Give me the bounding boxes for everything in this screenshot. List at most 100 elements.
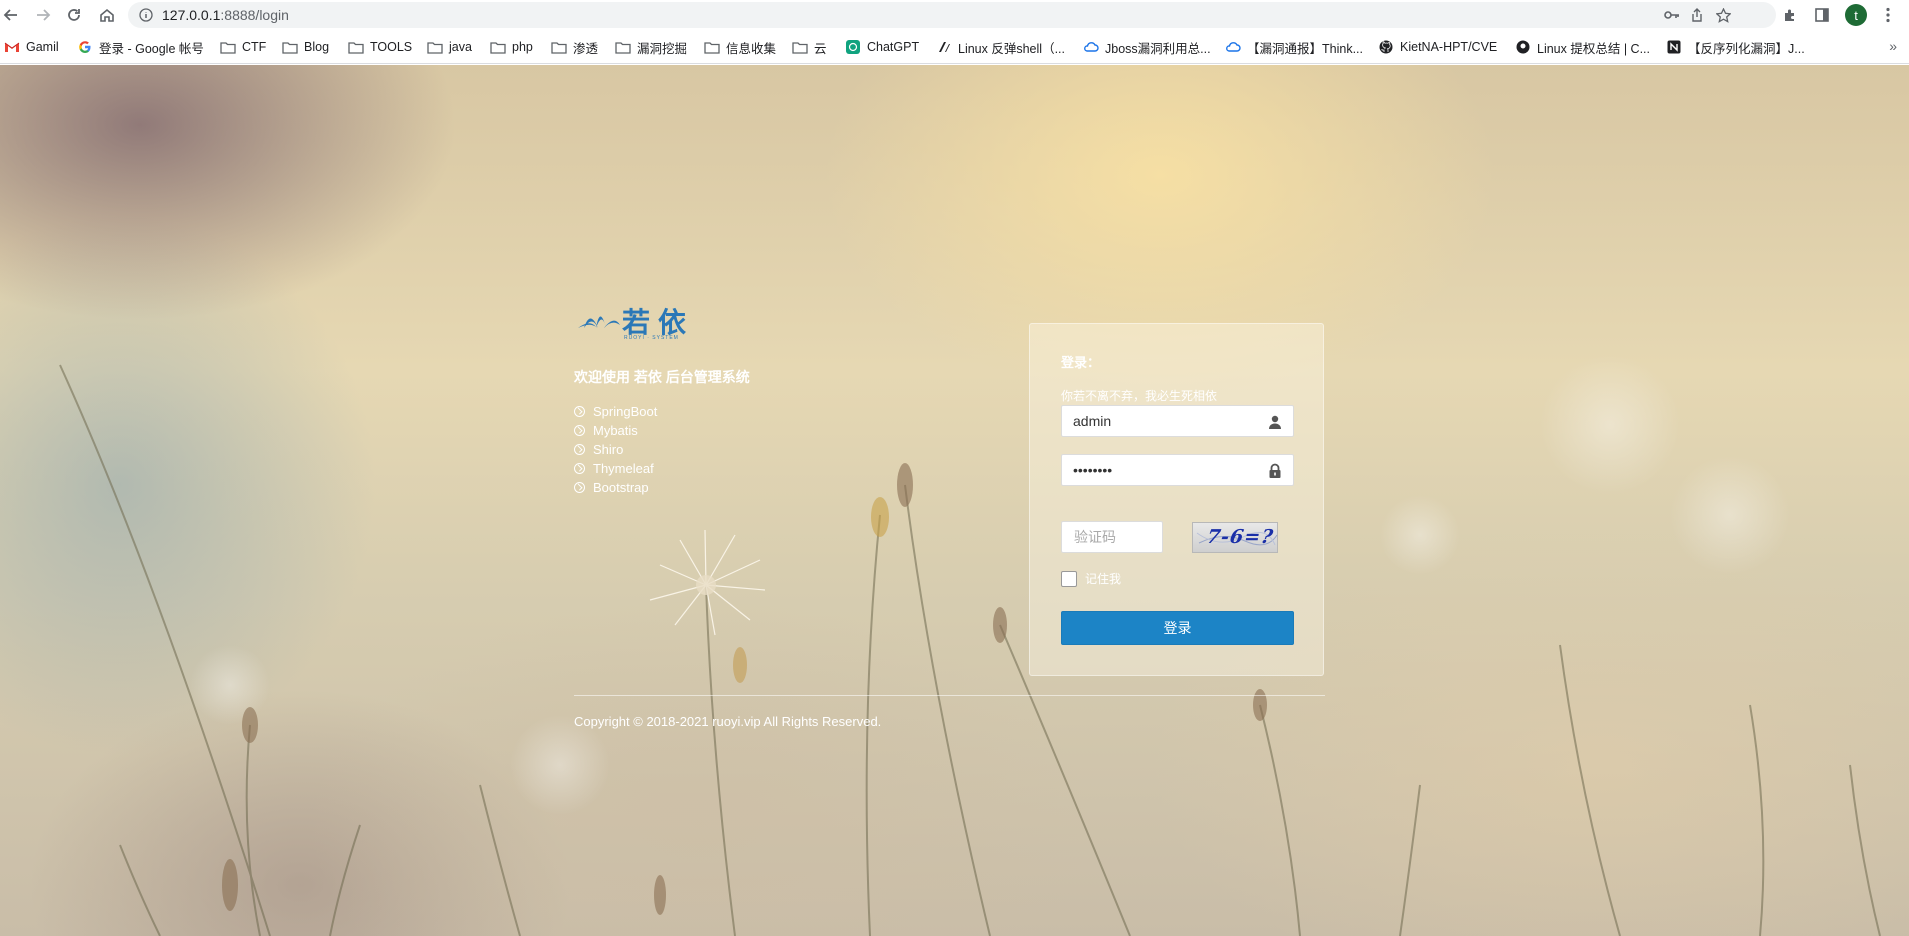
captcha-text: 7-6=?: [1205, 526, 1276, 548]
share-icon[interactable]: [1690, 8, 1704, 27]
bookmark-label: Linux 提权总结 | C...: [1537, 41, 1650, 56]
login-form-title: 登录：: [1061, 355, 1101, 370]
bookmark-label: TOOLS: [370, 40, 413, 54]
url-text: 127.0.0.1:8888/login: [162, 7, 289, 23]
copyright-text: Copyright © 2018-2021 ruoyi.vip All Righ…: [574, 714, 882, 729]
bookmark-jboss[interactable]: Jboss漏洞利用总...: [1083, 38, 1211, 56]
login-button[interactable]: 登录: [1061, 611, 1294, 645]
bookmark-folder-info-gathering[interactable]: 信息收集: [704, 38, 776, 56]
login-form: 登录： 你若不离不弃，我必生死相依 7-6=? 记住我: [1029, 323, 1324, 676]
feature-list: SpringBoot Mybatis Shiro Thymeleaf Boots…: [574, 402, 657, 497]
feature-item: Bootstrap: [574, 478, 657, 497]
site-icon: [1515, 40, 1531, 54]
folder-icon: [792, 40, 808, 54]
cloud-icon: [1083, 40, 1099, 54]
bookmark-label: 【反序列化漏洞】J...: [1688, 41, 1805, 56]
logo-brand-subtext: RUOYI · SYSTEM: [624, 335, 679, 341]
key-icon[interactable]: [1664, 8, 1680, 27]
folder-icon: [615, 40, 631, 54]
bookmark-chatgpt[interactable]: ChatGPT: [845, 38, 919, 56]
remember-me[interactable]: 记住我: [1061, 570, 1121, 587]
welcome-heading: 欢迎使用 若依 后台管理系统: [574, 369, 750, 385]
notion-icon: [1666, 40, 1682, 54]
check-circle-icon: [574, 444, 585, 455]
bookmark-thinkphp[interactable]: 【漏洞通报】Think...: [1225, 38, 1363, 56]
bookmark-folder-blog[interactable]: Blog: [282, 38, 329, 56]
menu-kebab-icon[interactable]: [1877, 4, 1899, 26]
bookmark-label: java: [449, 40, 472, 54]
bookmark-folder-tools[interactable]: TOOLS: [348, 38, 412, 56]
bookmark-label: Linux 反弹shell（...: [958, 41, 1065, 56]
profile-avatar[interactable]: t: [1845, 4, 1867, 26]
captcha-field-wrapper: [1061, 521, 1163, 553]
bookmark-folder-ctf[interactable]: CTF: [220, 38, 266, 56]
bookmark-deserialization[interactable]: 【反序列化漏洞】J...: [1666, 38, 1805, 56]
folder-icon: [704, 40, 720, 54]
bookmark-label: Jboss漏洞利用总...: [1105, 41, 1211, 56]
url-path: :8888/login: [220, 7, 289, 23]
back-icon[interactable]: [0, 4, 22, 26]
bookmark-label: 云: [814, 41, 827, 56]
folder-icon: [282, 40, 298, 54]
bookmark-folder-vuln-mining[interactable]: 漏洞挖掘: [615, 38, 687, 56]
username-field-wrapper: [1061, 405, 1294, 437]
url-host: 127.0.0.1: [162, 7, 221, 23]
captcha-input[interactable]: [1062, 522, 1162, 552]
password-field-wrapper: [1061, 454, 1294, 486]
github-icon: [1378, 40, 1394, 54]
bookmark-folder-cloud[interactable]: 云: [792, 38, 827, 56]
password-input[interactable]: [1062, 455, 1293, 485]
reload-icon[interactable]: [63, 4, 85, 26]
bookmark-label: ChatGPT: [867, 40, 920, 54]
login-form-subtitle: 你若不离不弃，我必生死相依: [1061, 389, 1218, 403]
forward-icon[interactable]: [32, 4, 54, 26]
bookmark-label: 【漏洞通报】Think...: [1247, 41, 1363, 56]
folder-icon: [348, 40, 364, 54]
feature-label: Mybatis: [593, 423, 638, 438]
bookmark-github-cve[interactable]: KietNA-HPT/CVE: [1378, 38, 1497, 56]
bookmarks-bar: Gamil 登录 - Google 帐号 CTF Blog TOOLS java…: [0, 30, 1909, 64]
address-bar[interactable]: 127.0.0.1:8888/login: [128, 2, 1776, 28]
site-info-icon[interactable]: [139, 8, 153, 27]
side-panel-icon[interactable]: [1811, 4, 1833, 26]
remember-me-checkbox[interactable]: [1061, 570, 1077, 587]
bookmark-folder-java[interactable]: java: [427, 38, 472, 56]
browser-toolbar: 127.0.0.1:8888/login t: [0, 0, 1909, 30]
bookmark-google-login[interactable]: 登录 - Google 帐号: [77, 38, 204, 56]
footer-divider: [574, 695, 1325, 696]
bookmark-folder-php[interactable]: php: [490, 38, 533, 56]
check-circle-icon: [574, 463, 585, 474]
feature-label: Bootstrap: [593, 480, 649, 495]
username-input[interactable]: [1062, 406, 1293, 436]
bookmarks-overflow-button[interactable]: »: [1889, 38, 1897, 54]
bookmark-linux-privesc[interactable]: Linux 提权总结 | C...: [1515, 38, 1650, 56]
login-page: 若依 RUOYI · SYSTEM 欢迎使用 若依 后台管理系统 SpringB…: [0, 65, 1909, 936]
feature-label: SpringBoot: [593, 404, 658, 419]
check-circle-icon: [574, 425, 585, 436]
captcha-image[interactable]: 7-6=?: [1192, 522, 1278, 553]
google-icon: [77, 40, 93, 54]
extensions-icon[interactable]: [1779, 4, 1801, 26]
bookmark-label: CTF: [242, 40, 267, 54]
feature-item: Shiro: [574, 440, 657, 459]
folder-icon: [427, 40, 443, 54]
feature-item: Thymeleaf: [574, 459, 657, 478]
bookmark-label: Gamil: [26, 40, 59, 54]
folder-icon: [490, 40, 506, 54]
bookmark-label: 登录 - Google 帐号: [99, 41, 204, 56]
bookmark-linux-reverse-shell[interactable]: Linux 反弹shell（...: [936, 38, 1065, 56]
bookmark-gmail[interactable]: Gamil: [4, 38, 59, 56]
home-icon[interactable]: [96, 4, 118, 26]
ruoyi-logo: 若依 RUOYI · SYSTEM: [576, 295, 696, 350]
bookmark-label: Blog: [304, 40, 330, 54]
background-meadow-image: [59, 355, 1881, 936]
check-circle-icon: [574, 406, 585, 417]
bookmark-label: 渗透: [573, 41, 599, 56]
star-icon[interactable]: [1715, 7, 1732, 28]
folder-icon: [551, 40, 567, 54]
bookmark-label: 信息收集: [726, 41, 777, 56]
gmail-icon: [4, 40, 20, 54]
bookmark-folder-pentest[interactable]: 渗透: [551, 38, 598, 56]
lock-icon: [1267, 463, 1283, 479]
feature-item: Mybatis: [574, 421, 657, 440]
